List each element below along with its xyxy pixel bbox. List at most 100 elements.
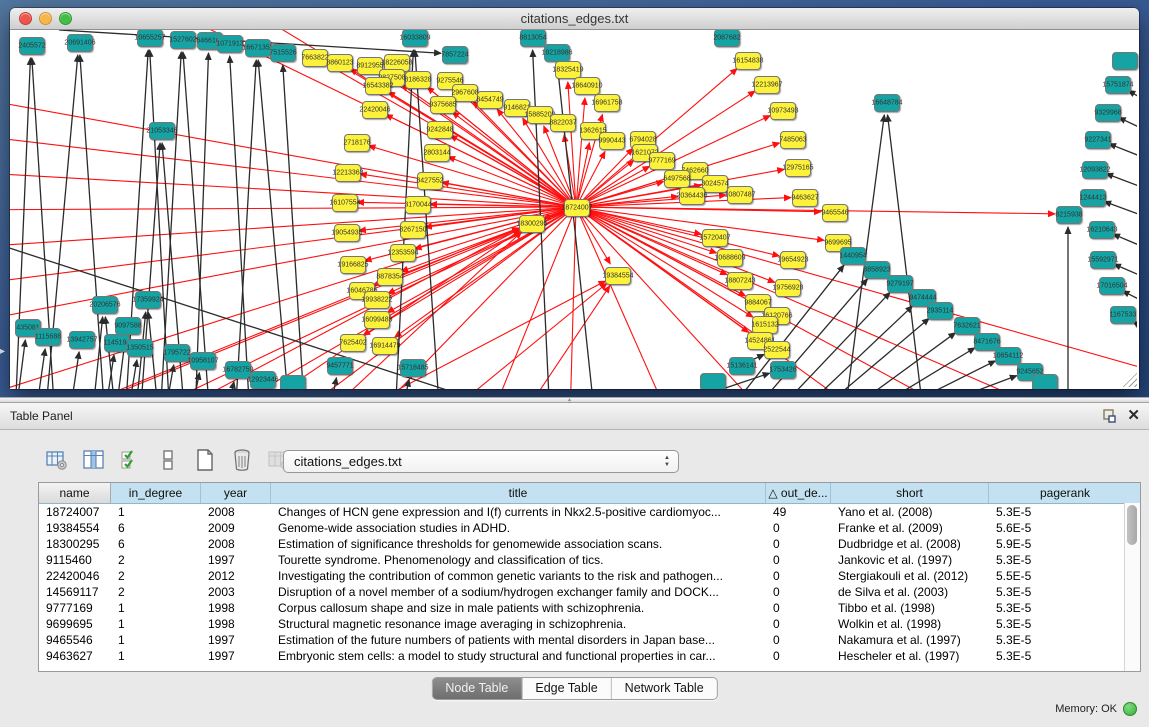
select-all-columns-icon[interactable] (118, 447, 144, 473)
graph-node[interactable]: 15718485 (400, 359, 426, 377)
graph-node[interactable]: 9227341 (1085, 131, 1111, 149)
graph-node[interactable]: 6497568 (664, 170, 690, 188)
graph-node[interactable]: 16543382 (365, 77, 391, 95)
graph-node[interactable]: 7515526 (270, 44, 296, 62)
column-header-year[interactable]: year (201, 483, 271, 503)
graph-node[interactable]: 1753426 (770, 361, 796, 379)
graph-node[interactable]: 12923446 (250, 371, 276, 389)
column-header-out-degree[interactable]: △ out_de... (766, 483, 831, 503)
graph-node[interactable]: 7625402 (340, 334, 366, 352)
vertical-scrollbar[interactable] (1124, 503, 1140, 671)
column-header-pagerank[interactable]: pagerank (989, 483, 1141, 503)
graph-node[interactable]: 1440954 (840, 247, 866, 265)
graph-node[interactable]: 12353594 (390, 244, 416, 262)
graph-node[interactable]: 13942757 (69, 331, 95, 349)
graph-node[interactable]: 16107554 (332, 194, 358, 212)
graph-node[interactable]: 9457771 (327, 357, 353, 375)
graph-node[interactable]: 19218986 (544, 44, 570, 62)
close-panel-icon[interactable]: ✕ (1127, 406, 1140, 424)
graph-node[interactable]: 2087682 (714, 30, 740, 47)
column-header-in-degree[interactable]: in_degree (111, 483, 201, 503)
table-row[interactable]: 1456911722003Disruption of a novel membe… (39, 584, 1140, 600)
graph-node[interactable]: 1350515 (127, 339, 153, 357)
tab-edge-table[interactable]: Edge Table (522, 678, 611, 699)
network-window[interactable]: citations_edges.txt 24055722069140610655… (10, 8, 1139, 389)
graph-node[interactable]: 10958107 (190, 352, 216, 370)
graph-node[interactable]: 9463627 (792, 189, 818, 207)
graph-node[interactable]: 1244413 (1080, 189, 1106, 207)
graph-node[interactable]: 16671355 (245, 39, 271, 57)
graph-node[interactable]: 8454749 (477, 91, 503, 109)
graph-node[interactable]: 16154838 (735, 52, 761, 70)
graph-node[interactable]: 15592971 (1090, 251, 1116, 269)
graph-node[interactable]: 3170044 (405, 196, 431, 214)
graph-node[interactable]: 10688609 (717, 249, 743, 267)
graph-node[interactable]: 8186328 (405, 71, 431, 89)
graph-node[interactable]: 8427552 (417, 172, 443, 190)
table-row[interactable]: 911546021997Tourette syndrome. Phenomeno… (39, 552, 1140, 568)
table-settings-icon[interactable] (44, 447, 70, 473)
table-row[interactable]: 1938455462009Genome-wide association stu… (39, 520, 1140, 536)
column-header-short[interactable]: short (831, 483, 989, 503)
graph-node[interactable]: 9465546 (822, 204, 848, 222)
table-row[interactable]: 2242004622012Investigating the contribut… (39, 568, 1140, 584)
table-row[interactable]: 1872400712008Changes of HCN gene express… (39, 504, 1140, 520)
graph-node[interactable]: 10973493 (770, 102, 796, 120)
table-row[interactable]: 969969511998Structural magnetic resonanc… (39, 616, 1140, 632)
graph-node[interactable]: 9097588 (115, 317, 141, 335)
graph-node[interactable]: 19756928 (775, 279, 801, 297)
graph-node[interactable]: 1795722 (164, 344, 190, 362)
float-panel-icon[interactable] (1101, 408, 1117, 424)
table-row[interactable]: 946362711997Embryonic stem cells: a mode… (39, 648, 1140, 664)
network-table-select[interactable]: citations_edges.txt ▲▼ (283, 450, 679, 473)
graph-node[interactable]: 12213967 (754, 76, 780, 94)
graph-node[interactable]: 17359924 (135, 291, 161, 309)
graph-node[interactable]: 9375685 (430, 96, 456, 114)
column-header-title[interactable]: title (271, 483, 766, 503)
graph-node[interactable]: 7857224 (442, 46, 468, 64)
graph-node[interactable]: 10655257 (137, 30, 163, 47)
graph-node[interactable]: 1167533 (1110, 306, 1136, 324)
memory-status-icon[interactable] (1123, 702, 1137, 716)
graph-node[interactable]: 16648784 (874, 94, 900, 112)
graph-node[interactable]: 8215938 (1056, 206, 1082, 224)
graph-node[interactable]: 7663822 (302, 49, 328, 67)
close-window-button[interactable] (19, 12, 32, 25)
graph-node[interactable]: 17016504 (1099, 277, 1125, 295)
graph-node[interactable]: 19654923 (780, 251, 806, 269)
graph-node[interactable]: 9777169 (649, 152, 675, 170)
table-row[interactable]: 1830029562008Estimation of significance … (39, 536, 1140, 552)
delete-icon[interactable] (229, 447, 255, 473)
network-canvas[interactable]: 2405572206914061065525715276026466160107… (10, 30, 1139, 389)
graph-node[interactable]: 10654112 (995, 347, 1021, 365)
graph-node[interactable]: 19166825 (340, 256, 366, 274)
graph-node[interactable]: 15751874 (1105, 76, 1131, 94)
graph-node[interactable]: 16914479 (372, 337, 398, 355)
row-height-icon[interactable] (155, 447, 181, 473)
graph-node[interactable]: 15136141 (729, 357, 755, 375)
graph-node[interactable]: 7485063 (780, 131, 806, 149)
graph-node[interactable] (1032, 374, 1058, 389)
graph-node[interactable]: 18300295 (519, 215, 545, 233)
new-file-icon[interactable] (192, 447, 218, 473)
graph-node[interactable]: 16099489 (364, 311, 390, 329)
graph-node[interactable]: 8878354 (377, 268, 403, 286)
graph-node[interactable]: 1115688 (35, 328, 61, 346)
graph-node[interactable]: 21053346 (149, 122, 175, 140)
graph-node[interactable]: 15720407 (702, 229, 728, 247)
graph-node[interactable]: 2935114 (927, 302, 953, 320)
graph-node[interactable]: 19938222 (364, 291, 390, 309)
graph-node[interactable]: 9279197 (887, 275, 913, 293)
graph-node[interactable]: 18640910 (574, 77, 600, 95)
graph-node[interactable]: 2803144 (424, 144, 450, 162)
graph-node[interactable]: 8860123 (327, 54, 353, 72)
graph-node[interactable] (1112, 52, 1138, 70)
graph-node[interactable]: 2522544 (764, 341, 790, 359)
graph-node[interactable]: 8813054 (520, 30, 546, 47)
window-titlebar[interactable]: citations_edges.txt (10, 8, 1139, 30)
graph-node[interactable] (280, 375, 306, 389)
graph-node[interactable]: 2718176 (344, 134, 370, 152)
graph-node[interactable]: 16033809 (402, 30, 428, 47)
graph-node[interactable]: 12093822 (1082, 161, 1108, 179)
graph-node[interactable]: 9329968 (1095, 104, 1121, 122)
